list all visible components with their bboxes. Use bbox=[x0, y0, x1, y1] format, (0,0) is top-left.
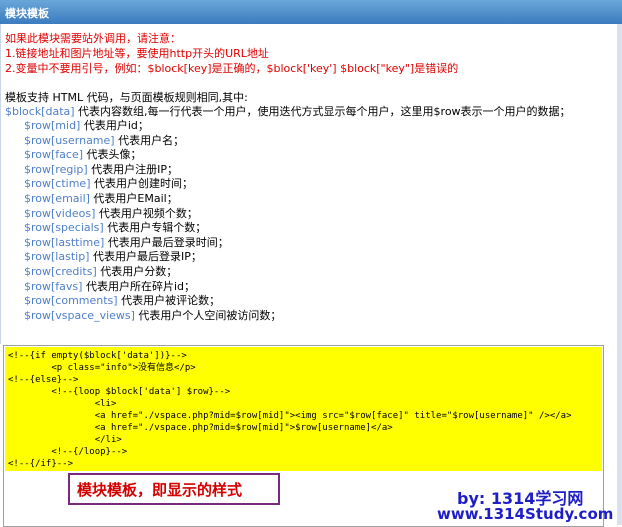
field-row: $row[regip] 代表用户注册IP； bbox=[24, 163, 281, 178]
field-description: 代表用户个人空间被访问数； bbox=[134, 308, 282, 322]
field-variable: $row[mid] bbox=[24, 119, 81, 132]
field-variable: $row[credits] bbox=[24, 264, 97, 278]
field-description: 代表用户被评论数； bbox=[117, 294, 221, 308]
field-description: 代表头像； bbox=[83, 148, 142, 162]
field-row: $row[credits] 代表用户分数； bbox=[24, 265, 281, 280]
annotation-text: 模块模板，即显示的样式 bbox=[77, 481, 243, 499]
field-variable: $row[ctime] bbox=[24, 177, 91, 191]
field-variable: $row[regip] bbox=[24, 162, 88, 176]
field-description: 代表用户创建时间； bbox=[90, 177, 193, 191]
field-variable: $row[vspace_views] bbox=[24, 308, 135, 322]
notice-line-2: 1.链接地址和图片地址等，要使用http开头的URL地址 bbox=[5, 47, 269, 60]
field-variable: $row[comments] bbox=[24, 294, 118, 308]
template-code[interactable]: <!--{if empty($block['data'])}--> <p cla… bbox=[5, 347, 602, 471]
data-description: $block[data] 代表内容数组,每一行代表一个用户，使用迭代方式显示每个… bbox=[5, 103, 571, 119]
field-row: $row[comments] 代表用户被评论数； bbox=[24, 294, 281, 309]
field-row: $row[vspace_views] 代表用户个人空间被访问数； bbox=[24, 309, 281, 324]
field-variable: $row[email] bbox=[24, 191, 90, 205]
field-row: $row[lasttime] 代表用户最后登录时间； bbox=[24, 236, 281, 251]
window-title: 模块模板 bbox=[5, 7, 49, 20]
field-description: 代表用户专辑个数； bbox=[103, 221, 207, 235]
field-row: $row[mid] 代表用户id； bbox=[24, 119, 281, 134]
field-description: 代表用户名； bbox=[114, 133, 185, 147]
field-variable: $row[face] bbox=[24, 148, 84, 162]
field-list: $row[mid] 代表用户id； $row[username] 代表用户名； $r… bbox=[24, 119, 281, 323]
field-description: 代表用户最后登录IP； bbox=[89, 250, 202, 264]
field-description: 代表用户EMail； bbox=[89, 191, 178, 205]
field-description: 代表用户视频个数； bbox=[95, 206, 198, 220]
annotation-box: 模块模板，即显示的样式 bbox=[68, 473, 280, 505]
field-description: 代表用户所在碎片id； bbox=[82, 279, 195, 293]
field-variable: $row[specials] bbox=[24, 221, 104, 235]
code-line: <!--{/if}--> bbox=[8, 459, 74, 469]
field-description: 代表用户分数； bbox=[96, 264, 178, 278]
data-variable-desc: 代表内容数组,每一行代表一个用户，使用迭代方式显示每个用户，这里用$row表示一… bbox=[74, 105, 571, 118]
field-variable: $row[videos] bbox=[24, 206, 96, 220]
field-row: $row[username] 代表用户名； bbox=[24, 134, 281, 149]
data-variable: $block[data] bbox=[5, 105, 75, 118]
notice-line-1: 如果此模块需要站外调用，请注意： bbox=[5, 32, 181, 45]
field-row: $row[favs] 代表用户所在碎片id； bbox=[24, 280, 281, 295]
field-variable: $row[lasttime] bbox=[24, 235, 105, 249]
scrollbar[interactable] bbox=[617, 24, 622, 525]
field-row: $row[videos] 代表用户视频个数； bbox=[24, 207, 281, 222]
field-variable: $row[username] bbox=[24, 133, 115, 147]
field-variable: $row[lastip] bbox=[24, 250, 90, 264]
field-variable: $row[favs] bbox=[24, 279, 83, 293]
field-description: 代表用户注册IP； bbox=[87, 162, 179, 176]
field-description: 代表用户最后登录时间； bbox=[104, 235, 229, 249]
field-row: $row[specials] 代表用户专辑个数； bbox=[24, 221, 281, 236]
notice-line-3: 2.变量中不要用引号，例如：$block[key]是正确的，$block['ke… bbox=[5, 62, 459, 75]
field-row: $row[lastip] 代表用户最后登录IP； bbox=[24, 250, 281, 265]
field-row: $row[face] 代表头像； bbox=[24, 148, 281, 163]
field-row: $row[ctime] 代表用户创建时间； bbox=[24, 177, 281, 192]
field-description: 代表用户id； bbox=[80, 119, 149, 132]
window-titlebar: 模块模板 bbox=[0, 0, 622, 25]
field-row: $row[email] 代表用户EMail； bbox=[24, 192, 281, 207]
watermark-line-2: www.1314Study.com bbox=[437, 505, 614, 523]
